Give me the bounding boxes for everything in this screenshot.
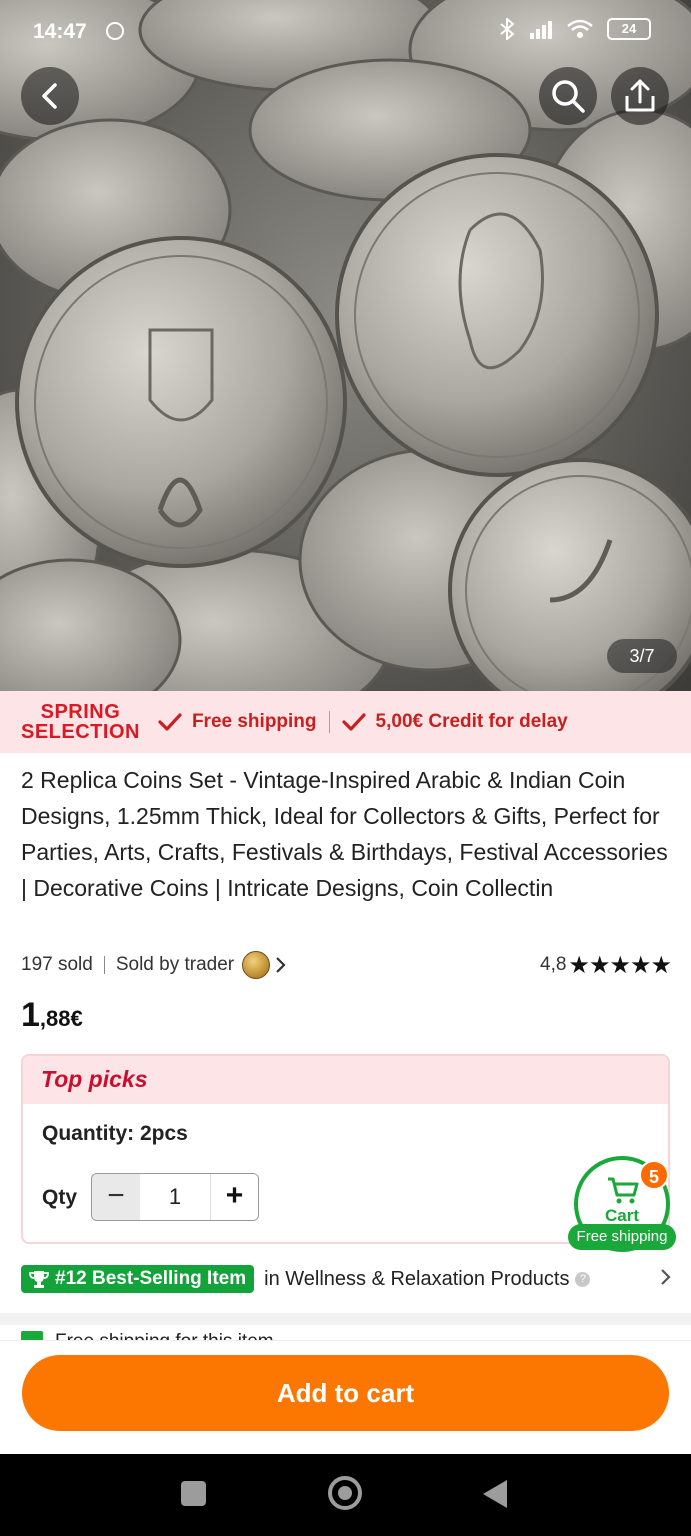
- system-back-button[interactable]: [483, 1480, 507, 1508]
- add-to-cart-button[interactable]: Add to cart: [22, 1355, 669, 1431]
- qty-label: Qty: [42, 1186, 78, 1209]
- price-fraction: ,88€: [39, 1006, 83, 1031]
- recent-apps-button[interactable]: [181, 1481, 206, 1506]
- share-icon: [625, 79, 655, 112]
- price-whole: 1: [21, 996, 40, 1034]
- cart-count-badge: 5: [639, 1160, 669, 1190]
- product-title: 2 Replica Coins Set - Vintage-Inspired A…: [21, 767, 668, 901]
- brand-line-2: SELECTION: [21, 721, 140, 743]
- increment-button[interactable]: +: [210, 1174, 258, 1220]
- signal-icon: [530, 21, 552, 39]
- image-counter: 3/7: [607, 639, 677, 673]
- status-icons: 24: [499, 18, 651, 40]
- section-divider: [0, 1313, 691, 1325]
- best-selling-label: #12 Best-Selling Item: [55, 1268, 247, 1289]
- status-bar: 14:47 24: [0, 0, 691, 62]
- top-picks-header: Top picks: [23, 1056, 668, 1104]
- star-icon: ★★★★★: [568, 951, 672, 979]
- quantity-stepper[interactable]: − 1 +: [91, 1173, 259, 1221]
- meta-divider: [103, 956, 105, 974]
- product-meta: 197 sold Sold by trader 4,8 ★★★★★: [21, 950, 672, 980]
- promo-strip: SPRING SELECTION Free shipping 5,00€ Cre…: [0, 691, 691, 753]
- alarm-icon: [106, 22, 124, 40]
- free-shipping-promo: Free shipping: [158, 711, 317, 733]
- trophy-icon: [29, 1271, 49, 1288]
- quantity-option-label[interactable]: Quantity: 2pcs: [42, 1122, 188, 1146]
- price: 1,88€: [21, 996, 83, 1035]
- chevron-right-icon: [659, 1266, 671, 1292]
- home-button[interactable]: [328, 1476, 362, 1510]
- spring-selection-logo: SPRING SELECTION: [21, 702, 140, 742]
- free-shipping-label: Free shipping: [191, 711, 317, 732]
- decrement-button[interactable]: −: [92, 1174, 140, 1220]
- best-selling-badge: #12 Best-Selling Item: [21, 1265, 255, 1293]
- credit-label: 5,00€ Credit for delay: [375, 711, 568, 732]
- wifi-icon: [567, 19, 593, 38]
- seller-link[interactable]: Sold by trader: [116, 951, 286, 979]
- back-button[interactable]: [21, 67, 79, 125]
- help-icon[interactable]: ?: [575, 1271, 591, 1287]
- search-button[interactable]: [539, 67, 597, 125]
- cart-icon: [608, 1177, 639, 1204]
- checkmark-icon: [158, 713, 182, 731]
- bluetooth-icon: [500, 18, 515, 40]
- search-icon: [552, 80, 585, 113]
- seller-avatar: [242, 951, 271, 979]
- bottom-action-bar: Add to cart: [0, 1340, 691, 1454]
- battery-icon: 24: [607, 18, 651, 40]
- quantity-value[interactable]: 1: [140, 1174, 210, 1220]
- chevron-right-icon: [276, 957, 286, 973]
- best-selling-category: in Wellness & Relaxation Products: [264, 1267, 570, 1290]
- cart-label: Cart: [604, 1206, 639, 1225]
- best-selling-row[interactable]: #12 Best-Selling Item in Wellness & Rela…: [21, 1263, 671, 1295]
- rating-value: 4,8: [540, 954, 567, 975]
- rating[interactable]: 4,8 ★★★★★: [540, 951, 672, 980]
- status-time: 14:47: [33, 20, 87, 43]
- share-button[interactable]: [611, 67, 669, 125]
- seller-label: Sold by trader: [115, 954, 235, 975]
- back-icon: [42, 83, 57, 109]
- brand-line-1: SPRING: [40, 701, 121, 723]
- promo-divider: [328, 711, 330, 733]
- cart-free-shipping-tag: Free shipping: [568, 1224, 676, 1250]
- sold-count: 197 sold: [21, 954, 93, 975]
- system-nav-bar: [0, 1454, 691, 1536]
- top-picks-card: Top picks Quantity: 2pcs Qty − 1 +: [21, 1054, 670, 1244]
- product-image-gallery[interactable]: 14:47 24 3/7: [0, 0, 691, 691]
- checkmark-icon: [341, 713, 366, 731]
- credit-promo: 5,00€ Credit for delay: [341, 711, 568, 733]
